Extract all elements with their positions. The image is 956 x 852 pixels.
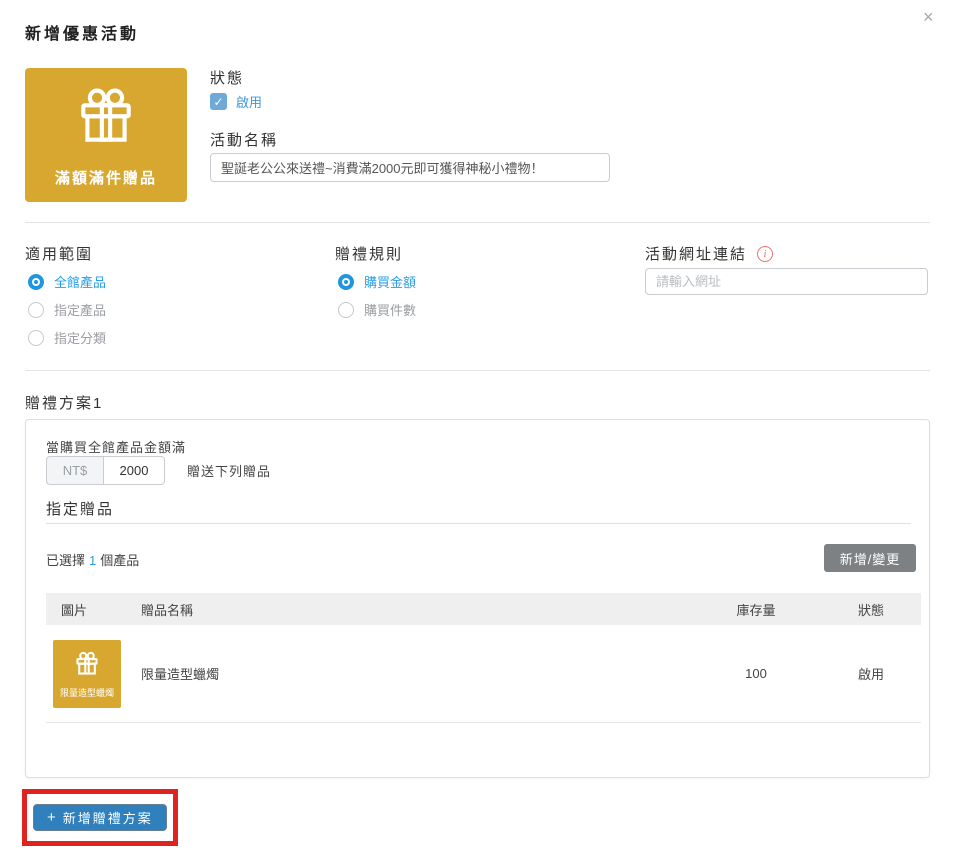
section-divider — [25, 222, 930, 223]
selected-count-text: 已選擇1個產品 — [46, 547, 139, 574]
gift-icon — [73, 68, 139, 153]
activity-url-label: 活動網址連結 i — [645, 243, 773, 264]
row-divider — [46, 722, 921, 723]
page-title: 新增優惠活動 — [25, 20, 139, 44]
gift-plan-title: 贈禮方案1 — [25, 392, 103, 413]
close-icon[interactable]: × — [923, 8, 934, 26]
status-label: 狀態 — [210, 67, 244, 88]
thumbnail-caption: 限量造型蠟燭 — [60, 686, 114, 699]
status-cell: 啟用 — [821, 664, 921, 683]
rule-option-purchase-quantity[interactable]: 購買件數 — [338, 300, 416, 319]
add-promotion-modal: 新增優惠活動 × 滿額滿件贈品 狀態 ✓ 啟用 活動名稱 適用範圍 全館產品 — [0, 0, 956, 852]
gift-name-cell: 限量造型蠟燭 — [141, 664, 691, 683]
status-checkbox-row: ✓ 啟用 — [210, 92, 262, 111]
stock-cell: 100 — [691, 666, 821, 681]
plus-icon: + — [47, 809, 56, 826]
add-change-button[interactable]: 新增/變更 — [824, 544, 916, 572]
radio-icon — [338, 302, 354, 318]
promo-type-label: 滿額滿件贈品 — [55, 167, 157, 188]
condition-suffix: 贈送下列贈品 — [187, 461, 271, 480]
header-gift-name: 贈品名稱 — [141, 600, 691, 619]
promo-type-card: 滿額滿件贈品 — [25, 68, 187, 202]
radio-selected-icon — [28, 274, 44, 290]
info-icon[interactable]: i — [757, 246, 773, 262]
enabled-checkbox[interactable]: ✓ — [210, 93, 227, 110]
activity-url-input[interactable] — [645, 268, 928, 295]
radio-icon — [28, 302, 44, 318]
activity-name-input[interactable] — [210, 153, 610, 182]
radio-icon — [28, 330, 44, 346]
header-image: 圖片 — [46, 600, 141, 619]
amount-input[interactable] — [103, 456, 165, 485]
gift-table-header: 圖片 贈品名稱 庫存量 狀態 — [46, 593, 921, 625]
header-stock: 庫存量 — [691, 600, 821, 619]
scope-option-all-products[interactable]: 全館產品 — [28, 272, 106, 291]
rule-option-purchase-amount[interactable]: 購買金額 — [338, 272, 416, 291]
gift-icon — [73, 640, 101, 680]
enabled-checkbox-label[interactable]: 啟用 — [236, 92, 262, 111]
gift-rule-label: 贈禮規則 — [335, 243, 403, 264]
currency-prefix: NT$ — [46, 456, 103, 485]
scope-option-specific-categories[interactable]: 指定分類 — [28, 328, 106, 347]
add-gift-plan-button[interactable]: + 新增贈禮方案 — [33, 804, 167, 831]
scope-option-specific-products[interactable]: 指定產品 — [28, 300, 106, 319]
section-divider — [25, 370, 930, 371]
check-icon: ✓ — [213, 95, 223, 109]
scope-label: 適用範圍 — [25, 243, 93, 264]
selected-count: 1 — [85, 553, 100, 568]
activity-name-label: 活動名稱 — [210, 129, 278, 150]
condition-label: 當購買全館產品金額滿 — [46, 437, 186, 456]
gift-thumbnail: 限量造型蠟燭 — [53, 640, 121, 708]
amount-input-group: NT$ 贈送下列贈品 — [46, 456, 271, 485]
designated-underline — [46, 523, 911, 524]
radio-selected-icon — [338, 274, 354, 290]
header-status: 狀態 — [821, 600, 921, 619]
designated-gifts-label: 指定贈品 — [46, 498, 114, 519]
gift-plan-panel: 當購買全館產品金額滿 NT$ 贈送下列贈品 指定贈品 已選擇1個產品 新增/變更… — [25, 419, 930, 778]
table-row: 限量造型蠟燭 限量造型蠟燭 100 啟用 — [46, 625, 921, 722]
